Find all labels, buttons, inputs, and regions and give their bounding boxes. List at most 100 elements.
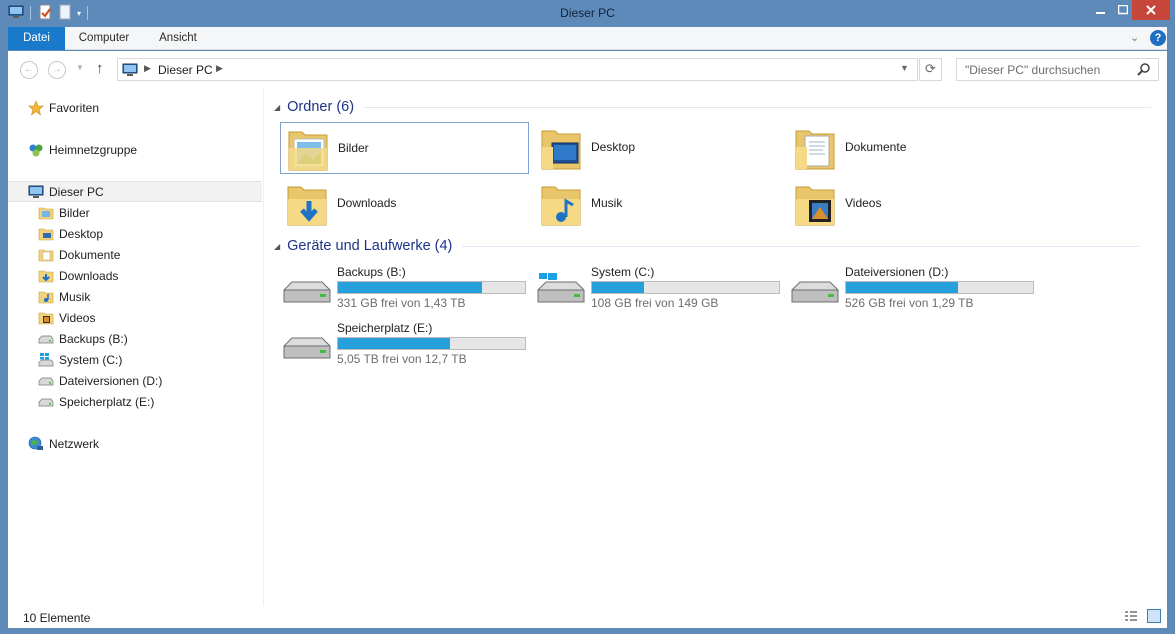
- search-icon[interactable]: [1137, 62, 1151, 79]
- drive-icon: [38, 394, 54, 410]
- drive-usage-bar: [337, 337, 526, 350]
- folder-label: Musik: [591, 196, 623, 210]
- minimize-button[interactable]: [1088, 0, 1114, 20]
- group-title: Geräte und Laufwerke (4): [287, 238, 453, 254]
- drive-free-space: 5,05 TB frei von 12,7 TB: [337, 352, 467, 366]
- collapse-triangle-icon[interactable]: ◢: [274, 103, 280, 112]
- navigation-pane: Favoriten Heimnetzgruppe Dieser PC Bilde…: [8, 89, 264, 606]
- sidebar-item-label: Speicherplatz (E:): [59, 394, 155, 409]
- drive-usage-bar: [591, 281, 780, 294]
- breadcrumb-chevron-icon[interactable]: ▶: [216, 63, 223, 74]
- computer-icon: [28, 184, 44, 200]
- sidebar-item-downloads[interactable]: Downloads: [8, 265, 262, 286]
- drive-icon: [283, 337, 331, 359]
- drive-backups[interactable]: Backups (B:) 331 GB frei von 1,43 TB: [282, 264, 532, 310]
- sidebar-item-musik[interactable]: Musik: [8, 286, 262, 307]
- tab-datei[interactable]: Datei: [8, 27, 65, 50]
- drive-usage-fill: [592, 282, 645, 293]
- sidebar-item-label: Netzwerk: [49, 436, 100, 451]
- music-folder-icon: [38, 289, 54, 305]
- large-icons-view-icon[interactable]: [1147, 609, 1161, 623]
- sidebar-item-backups[interactable]: Backups (B:): [8, 328, 262, 349]
- explorer-window: ▾ Dieser PC Datei Computer Ansicht ⌄ ? ←…: [0, 0, 1175, 634]
- folder-tile-desktop[interactable]: Desktop: [534, 122, 783, 174]
- drive-free-space: 526 GB frei von 1,29 TB: [845, 296, 974, 310]
- sidebar-item-desktop[interactable]: Desktop: [8, 223, 262, 244]
- windows-drive-icon: [537, 273, 585, 303]
- folder-label: Videos: [845, 196, 882, 210]
- drive-system[interactable]: System (C:) 108 GB frei von 149 GB: [536, 264, 786, 310]
- search-box[interactable]: [956, 58, 1159, 81]
- sidebar-item-label: Backups (B:): [59, 331, 128, 346]
- folder-tile-downloads[interactable]: Downloads: [280, 178, 529, 230]
- window-title: Dieser PC: [560, 6, 615, 20]
- windows-drive-icon: [38, 352, 54, 368]
- sidebar-item-dateiversionen[interactable]: Dateiversionen (D:): [8, 370, 262, 391]
- maximize-button[interactable]: [1114, 0, 1132, 20]
- drive-icon: [38, 373, 54, 389]
- sidebar-item-label: Musik: [59, 289, 91, 304]
- drive-icon: [38, 331, 54, 347]
- item-count: 10 Elemente: [23, 611, 91, 625]
- group-header-drives[interactable]: ◢ Geräte und Laufwerke (4): [274, 236, 1140, 256]
- folder-tile-videos[interactable]: Videos: [788, 178, 1037, 230]
- refresh-button[interactable]: ⟳: [919, 58, 942, 81]
- recent-locations-icon[interactable]: ▼: [76, 63, 84, 72]
- drive-usage-bar: [845, 281, 1034, 294]
- tab-computer[interactable]: Computer: [65, 27, 143, 50]
- sidebar-item-label: Desktop: [59, 226, 104, 241]
- group-divider: [364, 106, 1152, 108]
- folder-tile-musik[interactable]: Musik: [534, 178, 783, 230]
- star-icon: [28, 99, 44, 116]
- back-button[interactable]: ←: [20, 61, 38, 79]
- collapse-triangle-icon[interactable]: ◢: [274, 242, 280, 251]
- title-bar: ▾ Dieser PC: [0, 0, 1175, 26]
- sidebar-item-label: Videos: [59, 310, 96, 325]
- network-icon: [28, 436, 44, 452]
- folder-label: Dokumente: [845, 140, 907, 154]
- desktop-folder-icon: [38, 226, 54, 242]
- close-button[interactable]: [1132, 0, 1170, 20]
- help-icon[interactable]: ?: [1150, 30, 1166, 46]
- drive-usage-bar: [337, 281, 526, 294]
- group-header-folders[interactable]: ◢ Ordner (6): [274, 97, 1152, 117]
- desktop-folder-icon: [541, 130, 581, 170]
- sidebar-item-system[interactable]: System (C:): [8, 349, 262, 370]
- search-input[interactable]: [957, 59, 1133, 80]
- downloads-folder-icon: [38, 268, 54, 284]
- sidebar-item-label: Dateiversionen (D:): [59, 373, 163, 388]
- sidebar-item-dokumente[interactable]: Dokumente: [8, 244, 262, 265]
- videos-folder-icon: [795, 186, 835, 226]
- folder-tile-bilder[interactable]: Bilder: [280, 122, 529, 174]
- status-bar: 10 Elemente: [8, 606, 1167, 628]
- sidebar-item-speicherplatz[interactable]: Speicherplatz (E:): [8, 391, 262, 412]
- drive-name: System (C:): [591, 265, 655, 279]
- sidebar-item-bilder[interactable]: Bilder: [8, 202, 262, 223]
- drive-speicherplatz[interactable]: Speicherplatz (E:) 5,05 TB frei von 12,7…: [282, 320, 532, 366]
- details-view-icon[interactable]: [1124, 610, 1138, 623]
- music-folder-icon: [541, 186, 581, 226]
- breadcrumb-location[interactable]: Dieser PC: [158, 63, 213, 77]
- drive-name: Dateiversionen (D:): [845, 265, 949, 279]
- sidebar-item-label: Dieser PC: [49, 184, 104, 199]
- address-dropdown-icon[interactable]: ▼: [900, 63, 909, 73]
- pictures-folder-icon: [288, 131, 328, 171]
- forward-button[interactable]: →: [48, 61, 66, 79]
- group-title: Ordner (6): [287, 99, 355, 115]
- address-bar[interactable]: ▶ Dieser PC ▶ ▼: [117, 58, 918, 81]
- up-arrow-icon[interactable]: ↑: [96, 60, 104, 77]
- folder-tile-dokumente[interactable]: Dokumente: [788, 122, 1037, 174]
- sidebar-item-videos[interactable]: Videos: [8, 307, 262, 328]
- drive-dateiversionen[interactable]: Dateiversionen (D:) 526 GB frei von 1,29…: [790, 264, 1040, 310]
- sidebar-item-netzwerk[interactable]: Netzwerk: [8, 433, 262, 454]
- sidebar-item-heimnetzgruppe[interactable]: Heimnetzgruppe: [8, 139, 262, 160]
- breadcrumb-chevron-icon[interactable]: ▶: [144, 63, 151, 74]
- sidebar-item-favoriten[interactable]: Favoriten: [8, 97, 262, 118]
- expand-ribbon-chevron-icon[interactable]: ⌄: [1130, 31, 1142, 45]
- drive-free-space: 108 GB frei von 149 GB: [591, 296, 719, 310]
- tab-ansicht[interactable]: Ansicht: [143, 27, 213, 50]
- sidebar-item-label: Dokumente: [59, 247, 121, 262]
- ribbon-tabs: Datei Computer Ansicht ⌄ ?: [8, 27, 1167, 50]
- sidebar-item-dieser-pc[interactable]: Dieser PC: [8, 181, 262, 202]
- documents-folder-icon: [38, 247, 54, 263]
